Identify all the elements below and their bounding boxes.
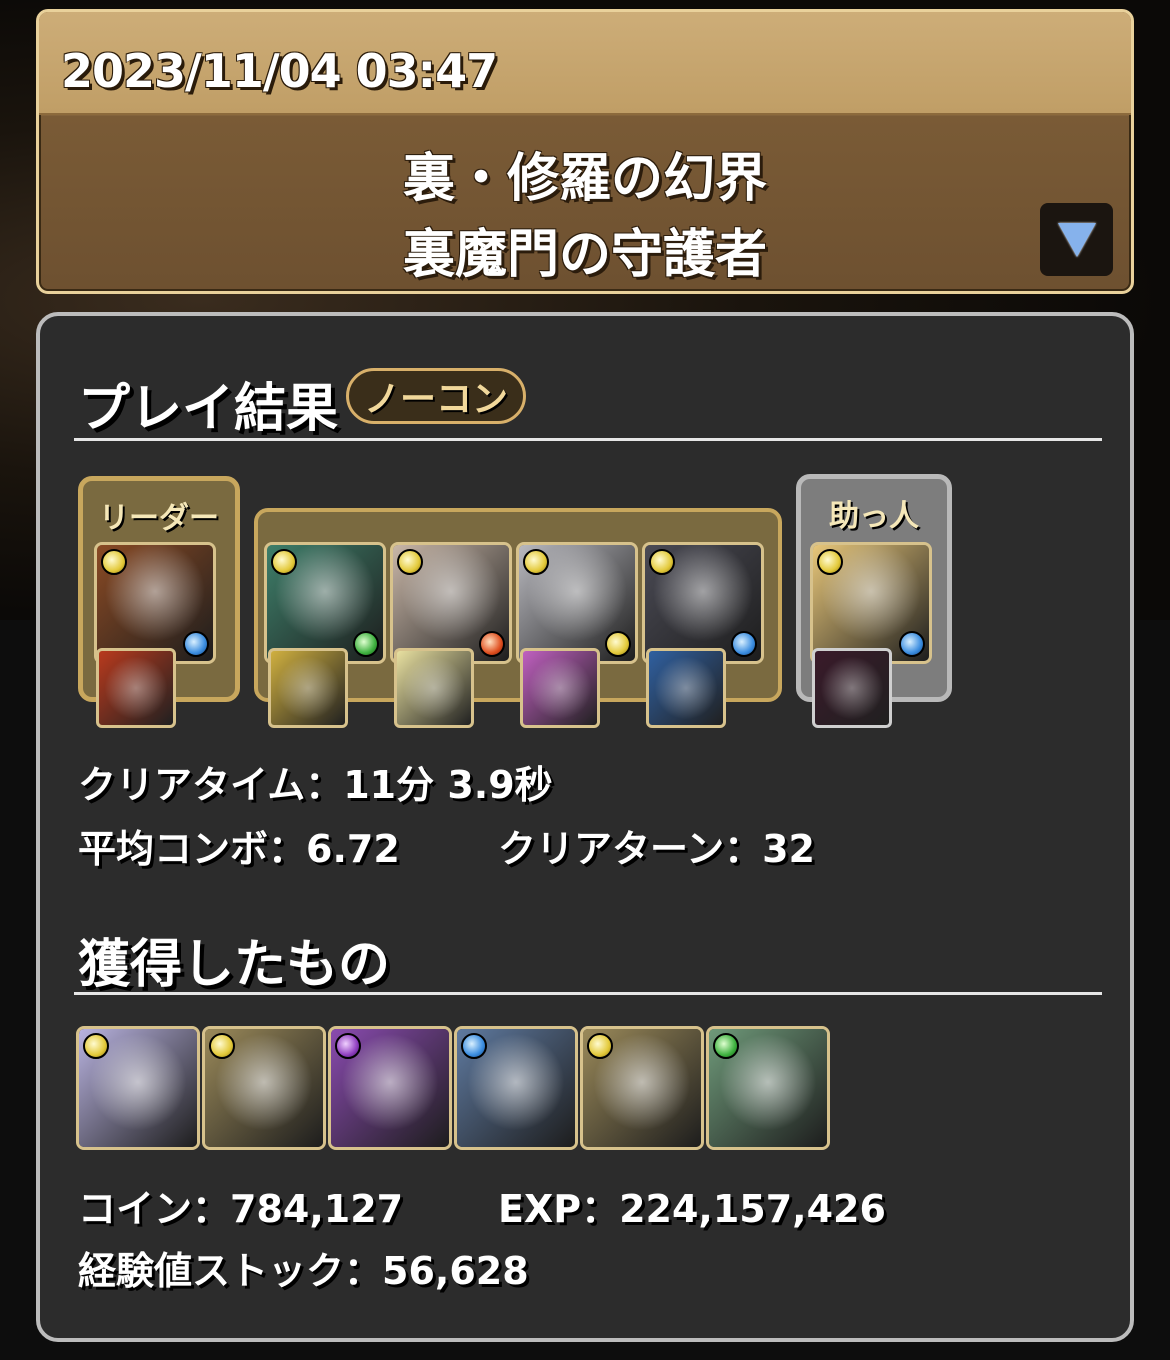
attribute-orb-icon <box>101 549 127 575</box>
sub-attribute-orb-icon <box>479 631 505 657</box>
clear-turns: クリアターン：32 <box>498 827 815 871</box>
sub-attribute-orb-icon <box>605 631 631 657</box>
assist-equip-icon[interactable] <box>520 648 600 728</box>
assist-equip-icon[interactable] <box>394 648 474 728</box>
sub-attribute-orb-icon <box>731 631 757 657</box>
dropped-monster-icon[interactable] <box>328 1026 452 1150</box>
expand-dropdown-button[interactable] <box>1040 203 1113 276</box>
attribute-orb-icon <box>817 549 843 575</box>
team-monster-icon[interactable] <box>516 542 638 664</box>
attribute-orb-icon <box>523 549 549 575</box>
team-monster-icon[interactable] <box>94 542 216 664</box>
attribute-orb-icon <box>461 1033 487 1059</box>
dropped-monster-icon[interactable] <box>76 1026 200 1150</box>
attribute-orb-icon <box>587 1033 613 1059</box>
triangle-down-icon <box>1057 222 1096 257</box>
leader-label: リーダー <box>99 501 219 536</box>
sub-attribute-orb-icon <box>353 631 379 657</box>
clear-time: クリアタイム：11分 3.9秒 <box>78 763 553 807</box>
team-monster-icon[interactable] <box>264 542 386 664</box>
average-combo: 平均コンボ：6.72 <box>78 827 400 871</box>
attribute-orb-icon <box>649 549 675 575</box>
dropped-monster-icon[interactable] <box>580 1026 704 1150</box>
team-monster-icon[interactable] <box>642 542 764 664</box>
dungeon-name: 裏・修羅の幻界 <box>402 149 767 209</box>
attribute-orb-icon <box>335 1033 361 1059</box>
attribute-orb-icon <box>83 1033 109 1059</box>
assist-equip-icon[interactable] <box>812 648 892 728</box>
assist-equip-icon[interactable] <box>268 648 348 728</box>
result-panel: プレイ結果 ノーコン リーダー 助っ人 クリアタイム：11分 3.9秒 平均コン… <box>36 312 1134 1342</box>
dropped-monster-icon[interactable] <box>706 1026 830 1150</box>
exp-amount: EXP：224,157,426 <box>498 1187 886 1231</box>
attribute-orb-icon <box>713 1033 739 1059</box>
sub-attribute-orb-icon <box>183 631 209 657</box>
team-monster-icon[interactable] <box>390 542 512 664</box>
dropped-monster-icon[interactable] <box>202 1026 326 1150</box>
team-monster-icon[interactable] <box>810 542 932 664</box>
dropped-monster-icon[interactable] <box>454 1026 578 1150</box>
coin-amount: コイン：784,127 <box>78 1187 404 1231</box>
helper-label: 助っ人 <box>829 499 919 534</box>
divider <box>74 438 1102 441</box>
rewards-title: 獲得したもの <box>78 935 391 995</box>
floor-name: 裏魔門の守護者 <box>402 225 767 285</box>
assist-equip-icon[interactable] <box>646 648 726 728</box>
sub-attribute-orb-icon <box>899 631 925 657</box>
dungeon-header: 2023/11/04 03:47 裏・修羅の幻界 裏魔門の守護者 <box>36 9 1134 294</box>
attribute-orb-icon <box>209 1033 235 1059</box>
attribute-orb-icon <box>271 549 297 575</box>
assist-equip-icon[interactable] <box>96 648 176 728</box>
exp-stock-amount: 経験値ストック：56,628 <box>78 1249 529 1293</box>
no-continue-badge: ノーコン <box>346 368 526 424</box>
play-result-title: プレイ結果 <box>78 379 339 439</box>
attribute-orb-icon <box>397 549 423 575</box>
divider <box>74 992 1102 995</box>
play-timestamp: 2023/11/04 03:47 <box>61 44 498 98</box>
